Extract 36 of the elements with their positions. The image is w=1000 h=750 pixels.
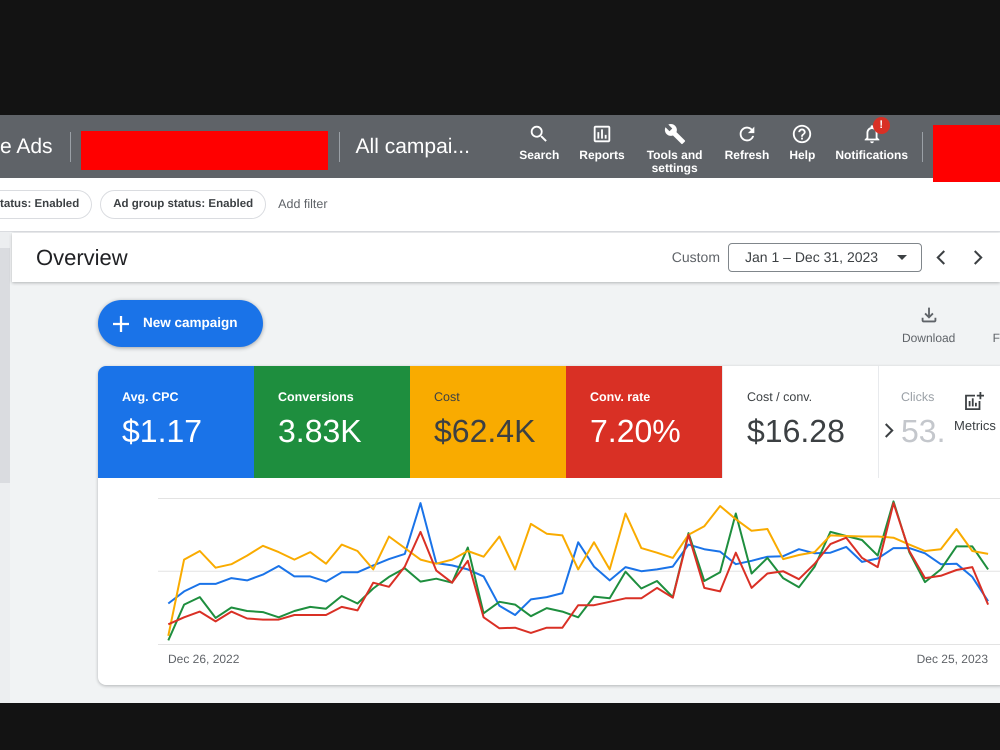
tools-button[interactable]: Tools and settings bbox=[634, 115, 715, 175]
reports-button[interactable]: Reports bbox=[569, 115, 635, 162]
notification-badge: ! bbox=[872, 117, 890, 134]
page-title: Overview bbox=[36, 244, 128, 272]
metric-card[interactable]: Cost / conv. $16.28 bbox=[722, 366, 878, 478]
filter-chip[interactable]: Ad group status: Enabled bbox=[100, 190, 266, 219]
account-view-title[interactable]: All campai... bbox=[356, 136, 470, 157]
redaction-block bbox=[933, 125, 1000, 182]
search-button[interactable]: Search bbox=[509, 115, 570, 162]
chevron-left-icon[interactable] bbox=[936, 250, 945, 265]
product-name: e Ads bbox=[0, 136, 53, 157]
chevron-right-icon[interactable] bbox=[974, 250, 983, 265]
metric-card[interactable]: Cost $62.4K bbox=[410, 366, 566, 478]
download-button[interactable]: Download bbox=[898, 300, 959, 345]
x-axis-label: Dec 25, 2023 bbox=[916, 652, 988, 666]
add-filter-button[interactable]: Add filter bbox=[278, 195, 328, 214]
caret-down-icon bbox=[897, 255, 907, 260]
metric-card[interactable]: Conversions 3.83K bbox=[254, 366, 410, 478]
refresh-button[interactable]: Refresh bbox=[714, 115, 780, 162]
notifications-button[interactable]: ! Notifications bbox=[825, 115, 918, 162]
wrench-icon bbox=[664, 123, 686, 145]
add-chart-icon bbox=[965, 392, 985, 410]
metric-card[interactable]: Avg. CPC $1.17 bbox=[98, 366, 254, 478]
filter-chip[interactable]: tatus: Enabled bbox=[0, 190, 92, 219]
help-icon bbox=[791, 123, 814, 145]
toolbar-button[interactable]: F bbox=[992, 331, 1000, 345]
chevron-right-icon[interactable] bbox=[885, 423, 894, 438]
x-axis-label: Dec 26, 2022 bbox=[168, 652, 240, 666]
metric-card[interactable]: Conv. rate 7.20% bbox=[566, 366, 722, 478]
help-button[interactable]: Help bbox=[779, 115, 826, 162]
date-range-picker[interactable]: Jan 1 – Dec 31, 2023 bbox=[728, 243, 922, 272]
date-range-label: Custom bbox=[672, 248, 720, 267]
plus-icon bbox=[113, 316, 129, 332]
metrics-button[interactable]: Metrics bbox=[950, 366, 1000, 478]
scrollbar-thumb[interactable] bbox=[0, 248, 10, 483]
new-campaign-button[interactable]: New campaign bbox=[98, 300, 263, 347]
